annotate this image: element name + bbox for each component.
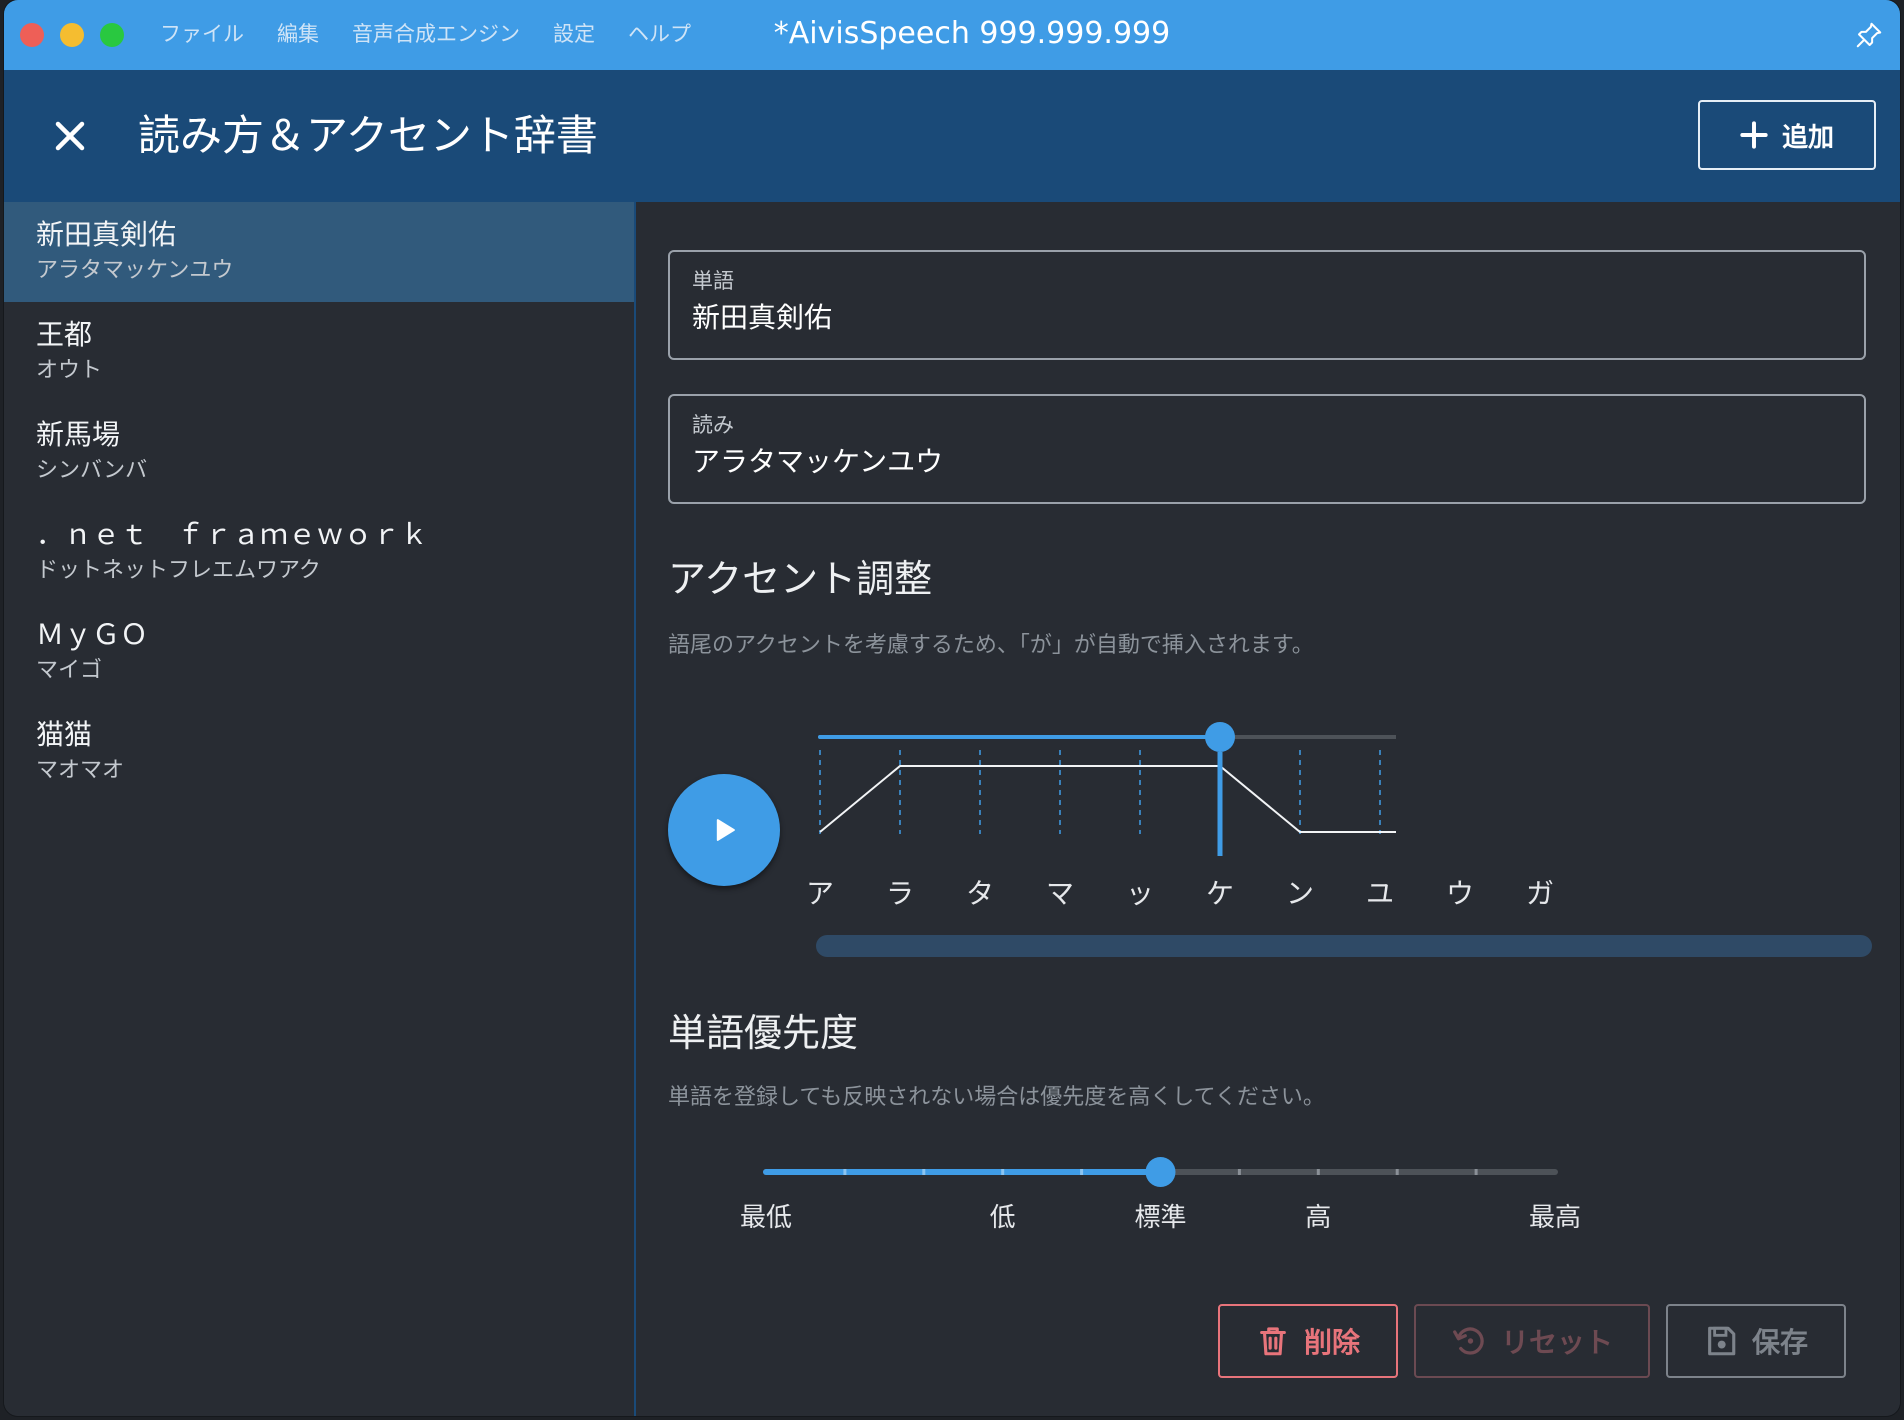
add-word-button[interactable]: 追加	[1698, 100, 1876, 170]
priority-label: 低	[989, 1203, 1016, 1233]
add-button-label: 追加	[1781, 122, 1834, 153]
word-list-item[interactable]: 猫猫 マオマオ	[4, 702, 634, 802]
play-icon	[716, 819, 735, 841]
page-title: 読み方＆アクセント辞書	[138, 111, 598, 160]
mora-label: ガ	[1525, 877, 1554, 910]
accent-editor[interactable]	[796, 702, 1396, 872]
accent-section-desc: 語尾のアクセントを考慮するため、「が」が自動で挿入されます。	[668, 633, 1314, 658]
priority-slider-thumb[interactable]	[1145, 1157, 1176, 1187]
word-editor: 単語 新田真剣佑 読み アラタマッケンユウ アクセント調整 語尾のアクセントを考…	[636, 202, 1900, 1416]
priority-section-desc: 単語を登録しても反映されない場合は優先度を高くしてください。	[668, 1085, 1325, 1110]
reset-button[interactable]: リセット	[1414, 1304, 1650, 1378]
word-yomi: シンバンバ	[36, 458, 148, 483]
word-list-item[interactable]: 王都 オウト	[4, 302, 634, 402]
app-window: ファイル 編集 音声合成エンジン 設定 ヘルプ *AivisSpeech 999…	[4, 0, 1900, 1416]
close-icon[interactable]	[52, 118, 88, 154]
word-list-item[interactable]: 新田真剣佑 アラタマッケンユウ	[4, 202, 634, 302]
surface-field[interactable]: 単語 新田真剣佑	[668, 250, 1866, 360]
word-surface: 猫猫	[36, 718, 93, 751]
save-button-label: 保存	[1751, 1326, 1808, 1359]
word-surface: ．ｎｅｔ ｆｒａｍｅｗｏｒｋ	[36, 518, 429, 551]
priority-section-title: 単語優先度	[668, 1011, 859, 1055]
mora-label: ラ	[885, 877, 914, 910]
dictionary-header: 読み方＆アクセント辞書 追加	[4, 70, 1900, 202]
mora-label: ウ	[1445, 877, 1474, 910]
pin-icon[interactable]	[1854, 20, 1884, 50]
word-list-item[interactable]: ．ｎｅｔ ｆｒａｍｅｗｏｒｋ ドットネットフレエムワアク	[4, 502, 634, 602]
word-yomi: ドットネットフレエムワアク	[36, 558, 321, 583]
priority-label: 高	[1305, 1203, 1332, 1233]
mora-label: マ	[1045, 877, 1074, 910]
mora-label: タ	[965, 877, 994, 910]
mora-label: ア	[805, 877, 834, 910]
word-list-item[interactable]: 新馬場 シンバンバ	[4, 402, 634, 502]
priority-label: 標準	[1134, 1203, 1187, 1233]
reset-icon	[1453, 1327, 1484, 1355]
word-surface: 新田真剣佑	[36, 218, 177, 251]
yomi-field-label: 読み	[692, 413, 734, 437]
word-list-item[interactable]: ＭｙＧＯ マイゴ	[4, 602, 634, 702]
word-surface: ＭｙＧＯ	[36, 618, 149, 651]
mora-label: ケ	[1205, 877, 1234, 910]
word-list: 新田真剣佑 アラタマッケンユウ 王都 オウト 新馬場 シンバンバ ．ｎｅｔ ｆｒ…	[4, 202, 636, 1416]
yomi-field[interactable]: 読み アラタマッケンユウ	[668, 394, 1866, 504]
yomi-input[interactable]: アラタマッケンユウ	[692, 442, 1842, 482]
word-yomi: オウト	[36, 358, 103, 383]
priority-label: 最低	[739, 1203, 793, 1233]
horizontal-scrollbar[interactable]	[816, 935, 1872, 957]
mora-label: ユ	[1365, 877, 1394, 910]
save-button[interactable]: 保存	[1666, 1304, 1846, 1378]
surface-input[interactable]: 新田真剣佑	[692, 298, 1842, 338]
word-surface: 新馬場	[36, 418, 121, 451]
window-title: *AivisSpeech 999.999.999	[773, 16, 1171, 51]
word-surface: 王都	[36, 318, 93, 351]
accent-section-title: アクセント調整	[668, 557, 933, 601]
word-yomi: マイゴ	[36, 658, 103, 683]
plus-icon	[1740, 121, 1768, 149]
priority-label: 最高	[1528, 1203, 1582, 1233]
play-button[interactable]	[668, 774, 780, 886]
pitch-contour	[819, 765, 1396, 833]
delete-button-label: 削除	[1303, 1326, 1360, 1359]
surface-field-label: 単語	[692, 269, 734, 293]
word-yomi: アラタマッケンユウ	[36, 258, 234, 283]
mora-label: ン	[1285, 877, 1314, 910]
word-yomi: マオマオ	[36, 758, 125, 783]
priority-slider[interactable]	[746, 1152, 1566, 1192]
trash-icon	[1260, 1327, 1286, 1356]
floppy-icon	[1708, 1326, 1736, 1356]
reset-button-label: リセット	[1500, 1326, 1613, 1359]
delete-button[interactable]: 削除	[1218, 1304, 1398, 1378]
mora-label: ッ	[1125, 877, 1154, 910]
title-bar: ファイル 編集 音声合成エンジン 設定 ヘルプ *AivisSpeech 999…	[4, 0, 1900, 70]
accent-slider-thumb[interactable]	[1205, 722, 1235, 752]
